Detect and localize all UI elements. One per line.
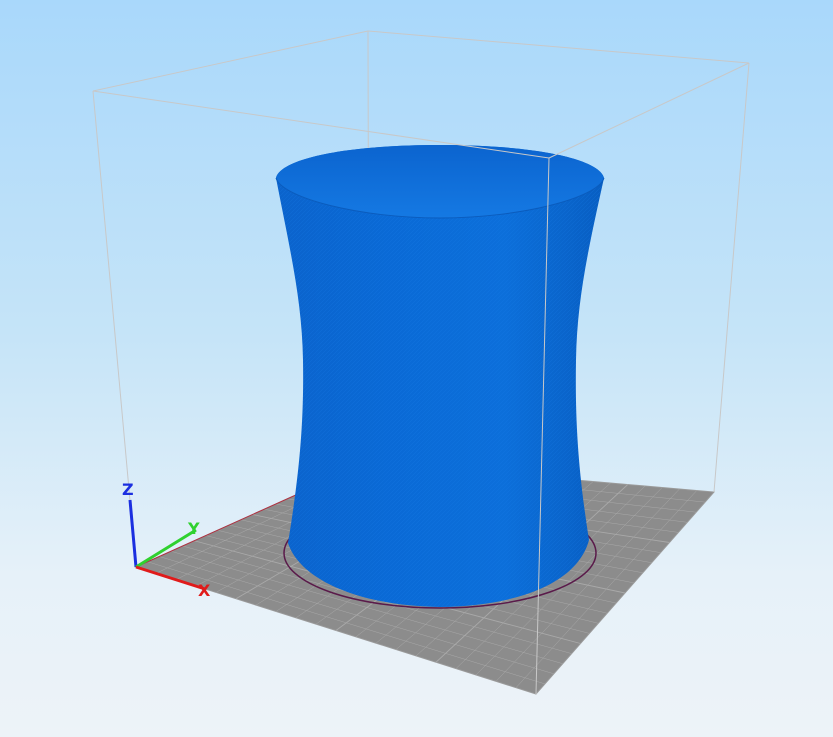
x-axis-label: X	[198, 581, 211, 600]
z-axis-label: Z	[122, 480, 134, 499]
y-axis-label: Y	[187, 519, 200, 538]
3d-scene[interactable]: Z X Y	[0, 0, 833, 737]
z-axis-line	[128, 499, 138, 568]
vase-model-icon[interactable]	[275, 145, 605, 607]
3d-viewport[interactable]: Z X Y	[0, 0, 833, 737]
